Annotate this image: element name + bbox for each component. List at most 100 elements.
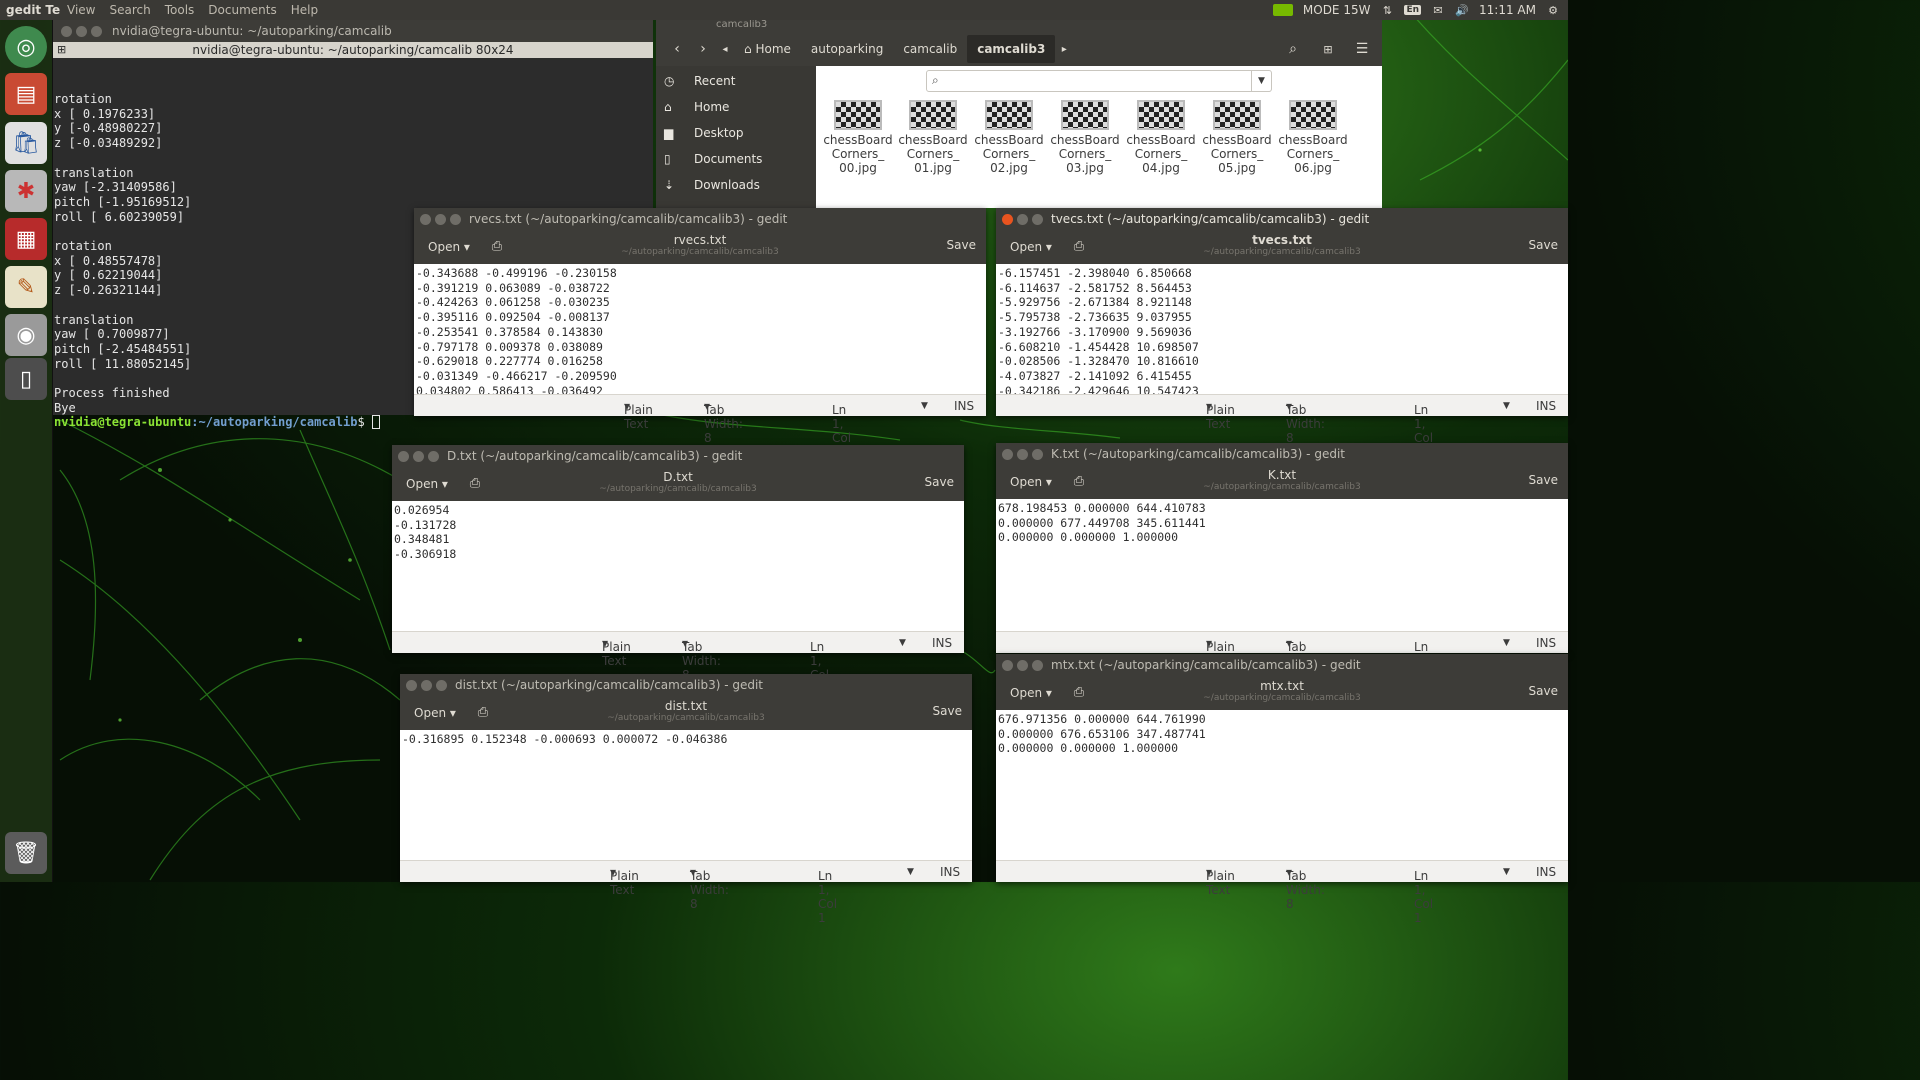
crumb-camcalib[interactable]: camcalib xyxy=(893,35,967,63)
sidebar-item-desktop[interactable]: ▆ Desktop xyxy=(656,120,816,146)
file-item[interactable]: chessBoard Corners_ 05.jpg xyxy=(1201,100,1273,175)
save-button[interactable]: Save xyxy=(1529,238,1558,252)
trash-icon[interactable]: 🗑 xyxy=(5,832,47,874)
maximize-icon[interactable] xyxy=(1032,213,1043,225)
menu-help[interactable]: Help xyxy=(284,3,325,17)
system-monitor-icon[interactable]: ▦ xyxy=(5,218,47,260)
file-item[interactable]: chessBoard Corners_ 02.jpg xyxy=(973,100,1045,175)
mail-icon[interactable]: ✉ xyxy=(1431,4,1445,17)
tab-width-selector[interactable]: Tab Width: 8 ▾ xyxy=(704,399,743,445)
tab-width-selector[interactable]: Tab Width: 8 ▾ xyxy=(690,865,729,911)
crumb-home[interactable]: ⌂ Home xyxy=(734,35,801,63)
close-icon[interactable] xyxy=(406,679,417,691)
minimize-icon[interactable] xyxy=(421,679,432,691)
window-titlebar[interactable]: mtx.txt (~/autoparking/camcalib/camcalib… xyxy=(996,654,1568,676)
window-titlebar[interactable]: tvecs.txt (~/autoparking/camcalib/camcal… xyxy=(996,208,1568,230)
menu-icon[interactable]: ☰ xyxy=(1349,36,1375,62)
usb-drive-icon[interactable]: ▯ xyxy=(5,358,47,400)
tab-width-selector[interactable]: Tab Width: 8 ▾ xyxy=(1286,865,1325,911)
tab-width-selector[interactable]: Tab Width: 8 ▾ xyxy=(1286,399,1325,445)
text-area[interactable]: -6.157451 -2.398040 6.850668 -6.114637 -… xyxy=(996,264,1568,394)
menu-documents[interactable]: Documents xyxy=(201,3,283,17)
text-area[interactable]: -0.316895 0.152348 -0.000693 0.000072 -0… xyxy=(400,730,972,860)
close-icon[interactable] xyxy=(61,25,72,37)
file-item[interactable]: chessBoard Corners_ 03.jpg xyxy=(1049,100,1121,175)
nvidia-icon[interactable] xyxy=(1272,4,1293,16)
search-icon[interactable]: ⌕ xyxy=(1280,36,1306,62)
window-titlebar[interactable]: D.txt (~/autoparking/camcalib/camcalib3)… xyxy=(392,445,964,467)
maximize-icon[interactable] xyxy=(450,213,461,225)
clock[interactable]: 11:11 AM xyxy=(1479,3,1536,17)
sidebar-item-recent[interactable]: ◷ Recent xyxy=(656,68,816,94)
keyboard-layout[interactable]: En xyxy=(1404,5,1422,15)
language-selector[interactable]: Plain Text ▾ xyxy=(602,636,631,668)
files-icon[interactable]: ▤ xyxy=(5,73,47,115)
crumb-camcalib3[interactable]: camcalib3 xyxy=(967,35,1056,63)
minimize-icon[interactable] xyxy=(435,213,446,225)
chevron-down-icon[interactable]: ▼ xyxy=(1251,71,1271,91)
gedit-window-mtx[interactable]: mtx.txt (~/autoparking/camcalib/camcalib… xyxy=(996,654,1568,925)
chevron-down-icon[interactable]: ▼ xyxy=(1503,401,1510,411)
language-selector[interactable]: Plain Text ▾ xyxy=(1206,399,1235,431)
terminal-titlebar[interactable]: nvidia@tegra-ubuntu: ~/autoparking/camca… xyxy=(53,20,653,42)
maximize-icon[interactable] xyxy=(428,450,439,462)
insert-mode[interactable]: INS xyxy=(1536,865,1556,879)
chevron-down-icon[interactable]: ▼ xyxy=(899,638,906,648)
tab-width-selector[interactable]: Tab Width: 8 ▾ xyxy=(1286,636,1325,682)
gedit-window-tvecs[interactable]: tvecs.txt (~/autoparking/camcalib/camcal… xyxy=(996,208,1568,459)
text-area[interactable]: 0.026954 -0.131728 0.348481 -0.306918 xyxy=(392,501,964,631)
forward-icon[interactable]: › xyxy=(690,36,716,62)
minimize-icon[interactable] xyxy=(413,450,424,462)
crumb-left-icon[interactable]: ◂ xyxy=(716,36,734,62)
save-button[interactable]: Save xyxy=(947,238,976,252)
chevron-down-icon[interactable]: ▼ xyxy=(1503,867,1510,877)
settings-icon[interactable]: ✱ xyxy=(5,170,47,212)
minimize-icon[interactable] xyxy=(1017,448,1028,460)
file-item[interactable]: chessBoard Corners_ 06.jpg xyxy=(1277,100,1349,175)
camera-icon[interactable]: ◉ xyxy=(5,314,47,356)
gear-icon[interactable]: ⚙ xyxy=(1546,4,1560,17)
gedit-window-rvecs[interactable]: rvecs.txt (~/autoparking/camcalib/camcal… xyxy=(414,208,986,459)
chevron-down-icon[interactable]: ▼ xyxy=(921,401,928,411)
minimize-icon[interactable] xyxy=(1017,213,1028,225)
close-icon[interactable] xyxy=(420,213,431,225)
file-item[interactable]: chessBoard Corners_ 00.jpg xyxy=(822,100,894,175)
crumb-autoparking[interactable]: autoparking xyxy=(801,35,893,63)
language-selector[interactable]: Plain Text ▾ xyxy=(624,399,653,431)
text-editor-icon[interactable]: ✎ xyxy=(5,266,47,308)
sidebar-item-downloads[interactable]: ⇣ Downloads xyxy=(656,172,816,198)
chevron-down-icon[interactable]: ▼ xyxy=(907,867,914,877)
save-button[interactable]: Save xyxy=(1529,684,1558,698)
close-icon[interactable] xyxy=(1002,213,1013,225)
file-item[interactable]: chessBoard Corners_ 01.jpg xyxy=(897,100,969,175)
minimize-icon[interactable] xyxy=(1017,659,1028,671)
gedit-window-d[interactable]: D.txt (~/autoparking/camcalib/camcalib3)… xyxy=(392,445,964,696)
menu-search[interactable]: Search xyxy=(102,3,157,17)
insert-mode[interactable]: INS xyxy=(932,636,952,650)
maximize-icon[interactable] xyxy=(91,25,102,37)
volume-icon[interactable]: 🔊 xyxy=(1455,4,1469,17)
window-titlebar[interactable]: K.txt (~/autoparking/camcalib/camcalib3)… xyxy=(996,443,1568,465)
menu-view[interactable]: View xyxy=(60,3,102,17)
save-button[interactable]: Save xyxy=(933,704,962,718)
window-titlebar[interactable]: rvecs.txt (~/autoparking/camcalib/camcal… xyxy=(414,208,986,230)
language-selector[interactable]: Plain Text ▾ xyxy=(610,865,639,897)
menu-tools[interactable]: Tools xyxy=(158,3,202,17)
save-button[interactable]: Save xyxy=(925,475,954,489)
back-icon[interactable]: ‹ xyxy=(664,36,690,62)
gedit-window-k[interactable]: K.txt (~/autoparking/camcalib/camcalib3)… xyxy=(996,443,1568,696)
ubuntu-logo-icon[interactable]: ◎ xyxy=(5,26,47,68)
maximize-icon[interactable] xyxy=(436,679,447,691)
language-selector[interactable]: Plain Text ▾ xyxy=(1206,636,1235,668)
insert-mode[interactable]: INS xyxy=(954,399,974,413)
view-toggle-icon[interactable]: ⊞ xyxy=(1315,36,1341,62)
close-icon[interactable] xyxy=(1002,659,1013,671)
text-area[interactable]: 678.198453 0.000000 644.410783 0.000000 … xyxy=(996,499,1568,631)
gedit-window-dist[interactable]: dist.txt (~/autoparking/camcalib/camcali… xyxy=(400,674,972,925)
sidebar-item-documents[interactable]: ▯ Documents xyxy=(656,146,816,172)
chevron-down-icon[interactable]: ▼ xyxy=(1503,638,1510,648)
insert-mode[interactable]: INS xyxy=(1536,399,1556,413)
close-icon[interactable] xyxy=(398,450,409,462)
insert-mode[interactable]: INS xyxy=(1536,636,1556,650)
text-area[interactable]: 676.971356 0.000000 644.761990 0.000000 … xyxy=(996,710,1568,860)
